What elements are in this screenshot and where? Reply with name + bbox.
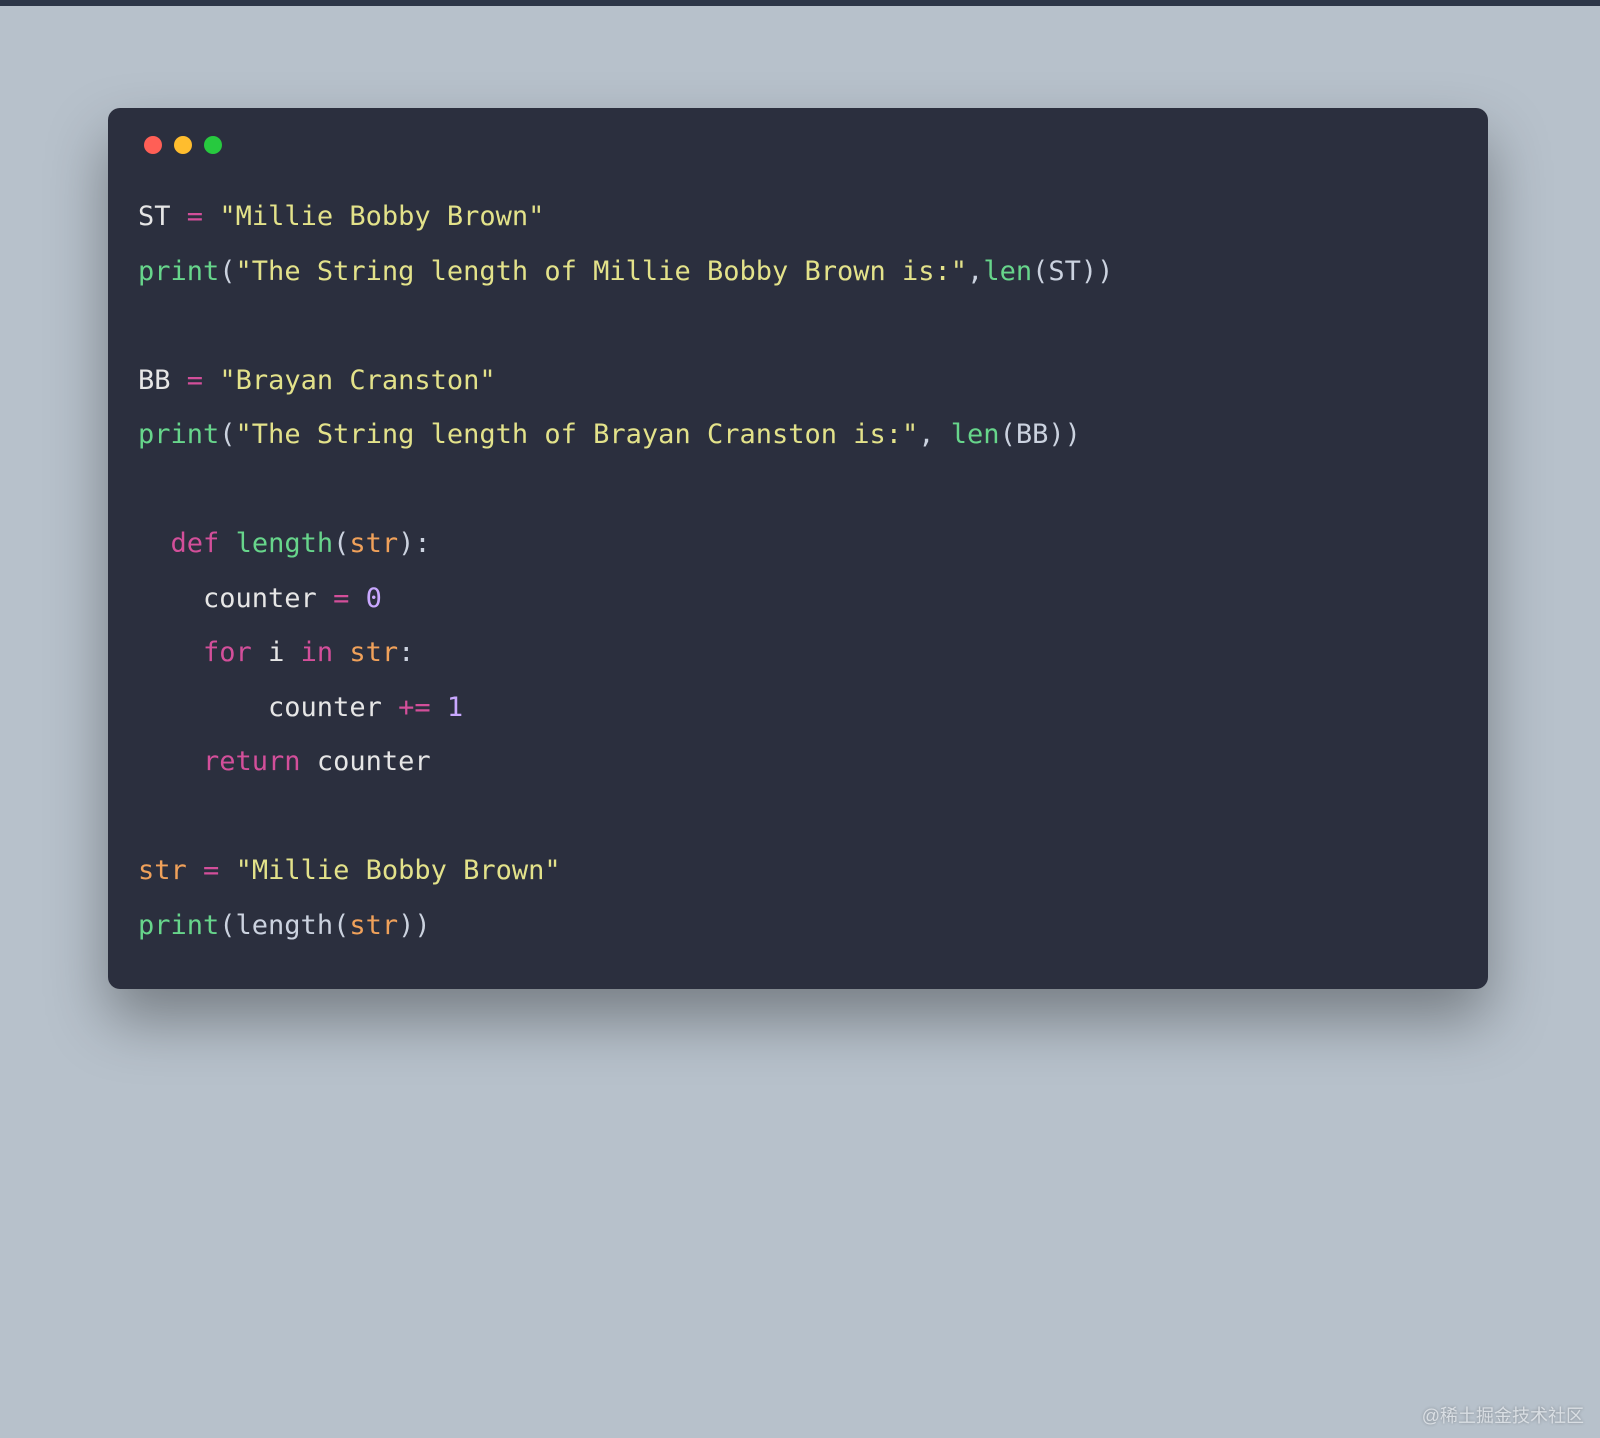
token-param: str (349, 910, 398, 941)
token-punc (187, 855, 203, 886)
token-punc (138, 528, 171, 559)
token-punc (138, 637, 203, 668)
token-punc (219, 528, 235, 559)
token-num: 1 (447, 692, 463, 723)
token-punc (349, 583, 365, 614)
token-kw: def (171, 528, 220, 559)
code-line: counter = 0 (138, 572, 1458, 627)
token-punc: , (918, 419, 951, 450)
token-punc: (ST)) (1032, 256, 1113, 287)
token-punc: : (398, 637, 414, 668)
token-punc: ( (333, 528, 349, 559)
token-func: print (138, 419, 219, 450)
token-punc: ( (219, 419, 235, 450)
code-line: print("The String length of Brayan Crans… (138, 408, 1458, 463)
code-line (138, 299, 1458, 354)
token-punc (203, 201, 219, 232)
code-line: str = "Millie Bobby Brown" (138, 844, 1458, 899)
token-var: counter (301, 746, 431, 777)
token-str: "Millie Bobby Brown" (236, 855, 561, 886)
token-kw: for (203, 637, 252, 668)
watermark-text: @稀土掘金技术社区 (1422, 1402, 1584, 1428)
token-punc: )) (398, 910, 431, 941)
code-line: print("The String length of Millie Bobby… (138, 245, 1458, 300)
token-func: len (983, 256, 1032, 287)
token-var: BB (138, 365, 187, 396)
token-punc (138, 746, 203, 777)
token-kw: return (203, 746, 301, 777)
maximize-icon[interactable] (204, 136, 222, 154)
top-border-band (0, 0, 1600, 6)
token-punc: ): (398, 528, 431, 559)
token-op: = (333, 583, 349, 614)
token-param: str (349, 637, 398, 668)
token-punc: , (967, 256, 983, 287)
token-punc (219, 855, 235, 886)
token-punc: (BB)) (1000, 419, 1081, 450)
code-block: ST = "Millie Bobby Brown"print("The Stri… (138, 190, 1458, 953)
token-op: = (203, 855, 219, 886)
token-punc (431, 692, 447, 723)
token-var: counter (138, 583, 333, 614)
code-card: ST = "Millie Bobby Brown"print("The Stri… (108, 108, 1488, 989)
token-var: counter (138, 692, 398, 723)
code-line: return counter (138, 735, 1458, 790)
code-line: def length(str): (138, 517, 1458, 572)
minimize-icon[interactable] (174, 136, 192, 154)
token-param: str (349, 528, 398, 559)
token-func: len (951, 419, 1000, 450)
token-num: 0 (366, 583, 382, 614)
code-line (138, 463, 1458, 518)
token-str: "The String length of Millie Bobby Brown… (236, 256, 968, 287)
code-line: for i in str: (138, 626, 1458, 681)
token-punc: ( (219, 256, 235, 287)
token-kw: in (301, 637, 334, 668)
token-punc (333, 637, 349, 668)
token-punc (203, 365, 219, 396)
code-line: ST = "Millie Bobby Brown" (138, 190, 1458, 245)
token-def: length (236, 528, 334, 559)
close-icon[interactable] (144, 136, 162, 154)
code-line: BB = "Brayan Cranston" (138, 354, 1458, 409)
token-func: print (138, 256, 219, 287)
token-str: "Millie Bobby Brown" (219, 201, 544, 232)
token-func: print (138, 910, 219, 941)
token-var: ST (138, 201, 187, 232)
token-punc: (length( (219, 910, 349, 941)
token-str: "The String length of Brayan Cranston is… (236, 419, 919, 450)
token-param: str (138, 855, 187, 886)
token-op: += (398, 692, 431, 723)
token-op: = (187, 365, 203, 396)
token-var: i (252, 637, 301, 668)
code-line (138, 790, 1458, 845)
code-line: counter += 1 (138, 681, 1458, 736)
token-str: "Brayan Cranston" (219, 365, 495, 396)
token-op: = (187, 201, 203, 232)
window-traffic-lights (138, 136, 1458, 154)
code-line: print(length(str)) (138, 899, 1458, 954)
